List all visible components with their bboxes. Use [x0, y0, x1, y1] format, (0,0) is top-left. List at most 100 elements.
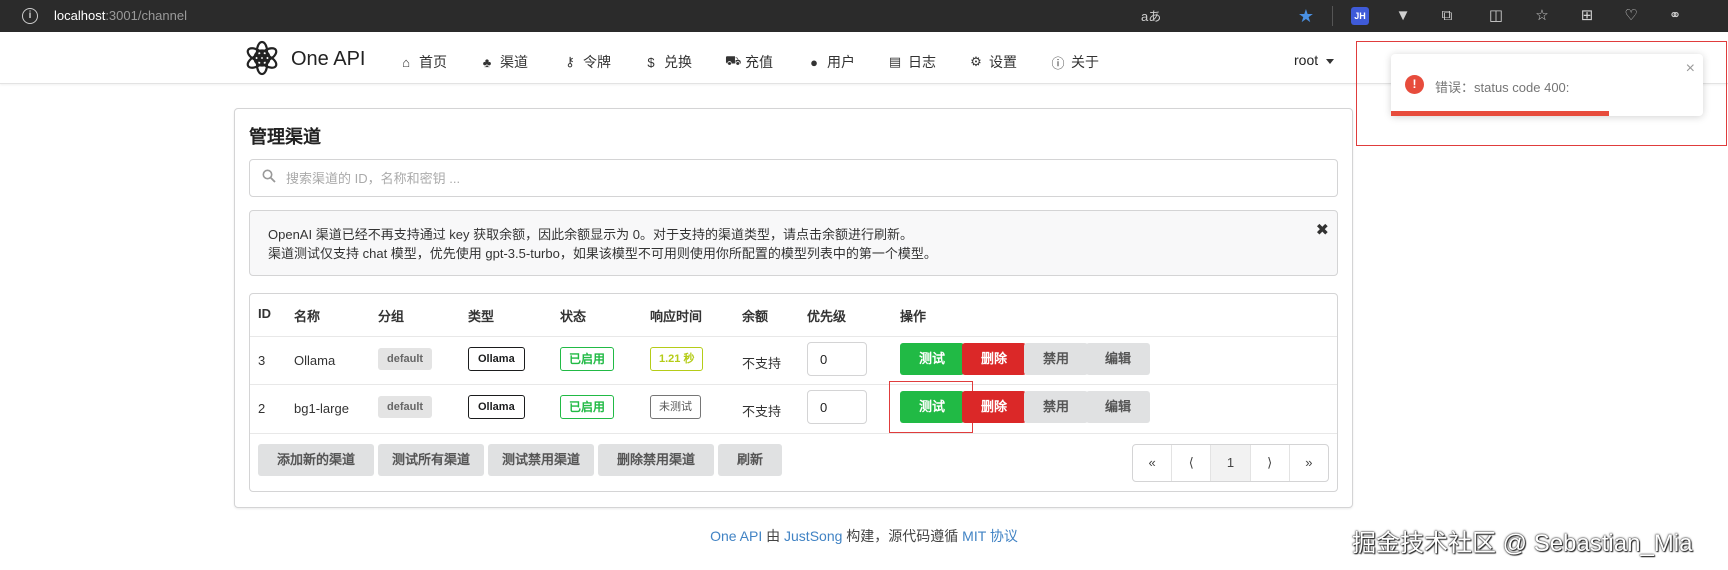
- footer-text: 由: [762, 528, 785, 544]
- delete-button[interactable]: 删除: [962, 391, 1026, 423]
- browser-toolbar: i localhost:3001/channel aあ ★ JH ▼ ⧉ ◫ ☆…: [0, 0, 1728, 32]
- collections-icon[interactable]: ⊞: [1577, 6, 1597, 26]
- search-field[interactable]: [249, 159, 1338, 197]
- pagination: « ⟨ 1 ⟩ »: [1132, 444, 1329, 482]
- nav-label: 兑换: [664, 54, 692, 70]
- row-divider: [250, 384, 1337, 385]
- disable-button[interactable]: 禁用: [1024, 343, 1088, 375]
- user-menu[interactable]: root: [1294, 52, 1335, 68]
- status-badge: 已启用: [560, 395, 615, 419]
- search-input[interactable]: [286, 168, 1286, 188]
- page-title: 管理渠道: [249, 127, 321, 147]
- pagination-last[interactable]: »: [1290, 445, 1328, 481]
- response-time-badge[interactable]: 未测试: [650, 395, 701, 419]
- cell-balance[interactable]: 不支持: [742, 401, 781, 420]
- info-circle-icon: ⓘ: [1051, 55, 1065, 71]
- nav-channels[interactable]: ♣ 渠道: [480, 52, 528, 72]
- nav-about[interactable]: ⓘ 关于: [1051, 52, 1099, 72]
- footer-link-oneapi[interactable]: One API: [710, 528, 762, 544]
- key-icon: ⚷: [565, 54, 575, 69]
- edit-button[interactable]: 编辑: [1086, 343, 1150, 375]
- test-all-channels-button[interactable]: 测试所有渠道: [378, 444, 484, 476]
- nav-label: 首页: [419, 54, 447, 70]
- test-button[interactable]: 测试: [900, 343, 964, 375]
- nav-label: 用户: [827, 54, 855, 70]
- group-label: default: [378, 396, 433, 418]
- pagination-next[interactable]: ⟩: [1251, 445, 1290, 481]
- url-host: localhost: [54, 8, 106, 23]
- vue-devtools-icon[interactable]: ▼: [1393, 6, 1413, 26]
- type-label: Ollama: [468, 395, 525, 419]
- footer-link-justsong[interactable]: JustSong: [784, 528, 842, 544]
- close-icon[interactable]: ✖: [1316, 221, 1329, 240]
- type-label: Ollama: [468, 347, 525, 371]
- col-header-id[interactable]: ID: [258, 306, 271, 321]
- priority-input[interactable]: [807, 390, 867, 424]
- pagination-page[interactable]: 1: [1211, 445, 1251, 481]
- col-header-priority[interactable]: 优先级: [807, 306, 846, 325]
- info-icon[interactable]: i: [22, 8, 38, 24]
- row-divider: [250, 433, 1337, 434]
- browser-essentials-icon[interactable]: ♡: [1621, 6, 1641, 26]
- nav-users[interactable]: ● 用户: [807, 52, 855, 72]
- gear-icon: ⚙: [970, 54, 982, 69]
- address-bar[interactable]: localhost:3001/channel: [54, 8, 187, 23]
- col-header-balance[interactable]: 余额: [742, 306, 768, 325]
- nav-topup[interactable]: ⛟ 充值: [725, 52, 773, 72]
- nav-label: 令牌: [583, 54, 611, 70]
- delete-button[interactable]: 删除: [962, 343, 1026, 375]
- close-icon[interactable]: ×: [1686, 60, 1695, 78]
- col-header-group[interactable]: 分组: [378, 306, 404, 325]
- cell-id: 2: [258, 401, 266, 416]
- priority-input[interactable]: [807, 342, 867, 376]
- copilot-icon[interactable]: ⚭: [1665, 6, 1685, 26]
- search-icon: [262, 169, 276, 183]
- read-aloud-icon[interactable]: aあ: [1141, 6, 1161, 25]
- nav-label: 渠道: [500, 54, 528, 70]
- url-path: :3001/channel: [105, 8, 187, 23]
- test-disabled-channels-button[interactable]: 测试禁用渠道: [488, 444, 594, 476]
- user-icon: ●: [810, 54, 818, 70]
- username: root: [1294, 52, 1319, 68]
- refresh-button[interactable]: 刷新: [718, 444, 782, 476]
- info-notice: OpenAI 渠道已经不再支持通过 key 获取余额，因此余额显示为 0。对于支…: [249, 210, 1338, 276]
- col-header-name[interactable]: 名称: [294, 306, 320, 325]
- response-time-badge[interactable]: 1.21 秒: [650, 347, 704, 371]
- col-header-response[interactable]: 响应时间: [650, 306, 702, 325]
- openai-logo-icon[interactable]: [244, 40, 280, 76]
- row-divider: [250, 336, 1337, 337]
- extensions-icon[interactable]: ⧉: [1437, 6, 1457, 26]
- nav-label: 日志: [908, 54, 936, 70]
- nav-redeem[interactable]: $ 兑换: [644, 52, 692, 72]
- favorites-icon[interactable]: ☆: [1532, 6, 1552, 26]
- add-channel-button[interactable]: 添加新的渠道: [258, 444, 374, 476]
- favorite-star-icon[interactable]: ★: [1296, 6, 1316, 26]
- nav-label: 关于: [1071, 54, 1099, 70]
- cell-balance[interactable]: 不支持: [742, 353, 781, 372]
- col-header-actions: 操作: [900, 309, 927, 324]
- disable-button[interactable]: 禁用: [1024, 391, 1088, 423]
- book-icon: ▤: [888, 54, 902, 69]
- pagination-prev[interactable]: ⟨: [1172, 445, 1212, 481]
- nav-settings[interactable]: ⚙ 设置: [969, 52, 1017, 72]
- nav-tokens[interactable]: ⚷ 令牌: [563, 52, 611, 72]
- col-header-status[interactable]: 状态: [560, 306, 586, 325]
- footer-text: 构建，源代码遵循: [842, 528, 963, 544]
- delete-disabled-channels-button[interactable]: 删除禁用渠道: [598, 444, 714, 476]
- error-icon: !: [1405, 75, 1424, 94]
- nav-logs[interactable]: ▤ 日志: [888, 52, 936, 72]
- footer-link-license[interactable]: MIT 协议: [962, 528, 1018, 544]
- brand-name[interactable]: One API: [291, 48, 366, 71]
- chevron-down-icon: [1326, 58, 1335, 64]
- split-screen-icon[interactable]: ◫: [1486, 6, 1506, 26]
- profile-badge-icon[interactable]: JH: [1351, 7, 1369, 25]
- nav-home[interactable]: ⌂ 首页: [399, 52, 447, 72]
- cell-name: Ollama: [294, 353, 336, 368]
- edit-button[interactable]: 编辑: [1086, 391, 1150, 423]
- pagination-first[interactable]: «: [1133, 445, 1173, 481]
- toolbar-divider: [1332, 6, 1333, 26]
- notice-line-2: 渠道测试仅支持 chat 模型，优先使用 gpt-3.5-turbo，如果该模型…: [268, 246, 937, 261]
- sitemap-icon: ♣: [482, 54, 492, 70]
- dollar-icon: $: [647, 54, 655, 70]
- col-header-type[interactable]: 类型: [468, 306, 494, 325]
